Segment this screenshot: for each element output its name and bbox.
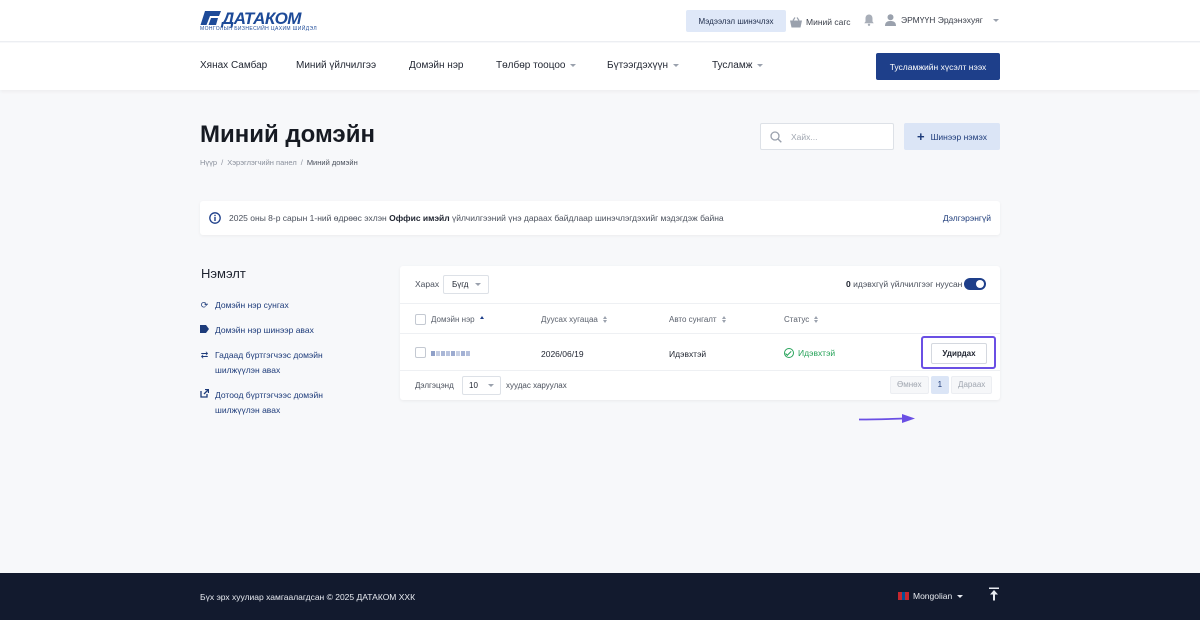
row-checkbox[interactable] [415, 347, 426, 358]
column-status[interactable]: Статус [784, 315, 819, 324]
table-footer: Дэлгэцэнд 10 хуудас харуулах Өмнөх 1 Дар… [400, 372, 1000, 400]
cart-label: Миний сагс [806, 17, 851, 27]
renew-icon: ⟳ [200, 300, 209, 310]
breadcrumb-separator: / [300, 158, 303, 167]
sidebar-item-renew-domain[interactable]: ⟳ Домэйн нэр сунгах [200, 298, 350, 313]
nav-products[interactable]: Бүтээгдэхүүн [607, 60, 680, 71]
view-filter-select[interactable]: Бүгд [443, 275, 489, 294]
next-page-button[interactable]: Дараах [951, 376, 993, 394]
arrow-up-icon[interactable] [988, 587, 1000, 601]
prev-page-button[interactable]: Өмнөх [890, 376, 929, 394]
user-menu[interactable]: ЭРМҮҮН Эрдэнэхуяг [885, 14, 999, 26]
search-box[interactable] [760, 123, 894, 150]
table-row[interactable]: 2026/06/19 Идэвхтэй Идэвхтэй [400, 335, 1000, 423]
pagination: Өмнөх 1 Дараах [890, 376, 993, 394]
sidebar-actions: ⟳ Домэйн нэр сунгах Домэйн нэр шинээр ав… [200, 298, 350, 428]
per-page-suffix: хуудас харуулах [506, 381, 567, 390]
status-badge: Идэвхтэй [784, 348, 835, 358]
plus-icon: + [917, 129, 925, 144]
chevron-down-icon [488, 384, 494, 387]
user-name: ЭРМҮҮН Эрдэнэхуяг [901, 15, 983, 25]
bell-icon[interactable] [864, 14, 874, 26]
language-label: Mongolian [913, 591, 953, 601]
arrow-right-icon [858, 414, 915, 423]
breadcrumb-current: Миний домэйн [306, 158, 358, 167]
per-page-label: Дэлгэцэнд [415, 381, 454, 390]
refresh-info-button[interactable]: Мэдээлэл шинэчлэх [686, 10, 786, 32]
nav-billing[interactable]: Төлбөр тооцоо [496, 60, 577, 71]
notice-details-link[interactable]: Дэлгэрэнгүй [943, 213, 991, 223]
check-circle-icon [784, 348, 794, 358]
hidden-inactive-note: 0 идэвхгүй үйлчилгээг нуусан [846, 279, 963, 289]
chevron-down-icon [475, 283, 481, 286]
notice-text: 2025 оны 8-р сарын 1-ний өдрөөс эхлэн Оф… [229, 213, 724, 223]
expiry-date: 2026/06/19 [541, 349, 584, 359]
sidebar-item-transfer-external[interactable]: ⇄ Гадаад бүртгэгчээс домэйн шилжүүлэн ав… [200, 348, 350, 378]
sort-icon [479, 316, 484, 323]
add-new-label: Шинээр нэмэх [930, 131, 987, 142]
cart-link[interactable]: Миний сагс [790, 15, 851, 29]
page-1-button[interactable]: 1 [930, 376, 950, 394]
column-domain-name[interactable]: Домэйн нэр [431, 315, 484, 324]
sort-icon [602, 316, 607, 323]
logo[interactable]: ДАТАКОМ МОНГОЛЫН БИЗНЕСИЙН ЦАХИМ ШИЙДЭЛ [200, 9, 317, 34]
transfer-icon: ⇄ [200, 350, 209, 360]
chevron-down-icon [757, 64, 764, 67]
manage-button[interactable]: Удирдах [931, 343, 987, 364]
basket-icon [790, 16, 802, 27]
nav-domains[interactable]: Домэйн нэр [409, 60, 464, 71]
sort-icon [721, 316, 726, 323]
mongolia-flag-icon [898, 592, 910, 600]
search-icon [770, 130, 782, 143]
manage-button-highlight: Удирдах [921, 336, 996, 369]
copyright-text: Бүх эрх хуулиар хамгаалагдсан © 2025 ДАТ… [200, 592, 416, 602]
brand-tagline: МОНГОЛЫН БИЗНЕСИЙН ЦАХИМ ШИЙДЭЛ [200, 26, 318, 32]
domain-name-redacted[interactable] [431, 351, 470, 356]
select-all-checkbox[interactable] [415, 314, 426, 325]
chevron-down-icon [570, 64, 577, 67]
external-link-icon [200, 388, 210, 403]
domains-table-card: Харах Бүгд 0 идэвхгүй үйлчилгээг нуусан … [400, 266, 1000, 423]
column-auto-renew[interactable]: Авто сунгалт [669, 315, 726, 324]
sidebar-item-register-domain[interactable]: Домэйн нэр шинээр авах [200, 323, 350, 338]
nav-dashboard[interactable]: Хянах Самбар [200, 60, 267, 71]
view-filter-label: Харах [415, 279, 440, 289]
site-footer: Бүх эрх хуулиар хамгаалагдсан © 2025 ДАТ… [0, 573, 1200, 620]
chevron-down-icon [673, 64, 680, 67]
main-nav: Хянах Самбар Миний үйлчилгээ Домэйн нэр … [0, 43, 1200, 90]
sort-icon [814, 316, 819, 323]
column-expiry-date[interactable]: Дуусах хугацаа [541, 315, 607, 324]
nav-my-services[interactable]: Миний үйлчилгээ [296, 60, 376, 71]
breadcrumb-client-area[interactable]: Хэрэглэгчийн панел [227, 158, 297, 167]
search-input[interactable] [791, 131, 881, 142]
auto-renew-value: Идэвхтэй [669, 349, 707, 359]
chevron-down-icon [957, 594, 964, 598]
top-bar: ДАТАКОМ МОНГОЛЫН БИЗНЕСИЙН ЦАХИМ ШИЙДЭЛ … [0, 0, 1200, 42]
hide-inactive-toggle[interactable] [964, 278, 986, 290]
user-icon [885, 14, 896, 26]
notice-banner: 2025 оны 8-р сарын 1-ний өдрөөс эхлэн Оф… [200, 201, 1000, 235]
nav-help[interactable]: Тусламж [712, 60, 764, 71]
per-page-select[interactable]: 10 [462, 376, 501, 395]
logo-mark-icon [200, 11, 221, 25]
toggle-knob [976, 280, 984, 288]
table-header: Домэйн нэр Дуусах хугацаа Авто сунгалт С… [400, 304, 1000, 334]
tag-icon [200, 323, 209, 338]
open-support-ticket-button[interactable]: Тусламжийн хүсэлт нээх [876, 53, 1000, 80]
sidebar-item-transfer-internal[interactable]: Дотоод бүртгэгчээс домэйн шилжүүлэн авах [200, 388, 350, 418]
breadcrumb-separator: / [221, 158, 224, 167]
language-selector[interactable]: Mongolian [898, 591, 964, 601]
sidebar-title: Нэмэлт [201, 266, 246, 281]
chevron-down-icon [992, 18, 999, 22]
page-title: Миний домэйн [200, 121, 375, 148]
table-toolbar: Харах Бүгд 0 идэвхгүй үйлчилгээг нуусан [400, 266, 1000, 304]
info-icon [209, 212, 221, 224]
add-new-button[interactable]: + Шинээр нэмэх [904, 123, 1000, 150]
breadcrumb-home[interactable]: Нүүр [200, 158, 217, 167]
breadcrumb: Нүүр / Хэрэглэгчийн панел / Миний домэйн [200, 158, 358, 167]
